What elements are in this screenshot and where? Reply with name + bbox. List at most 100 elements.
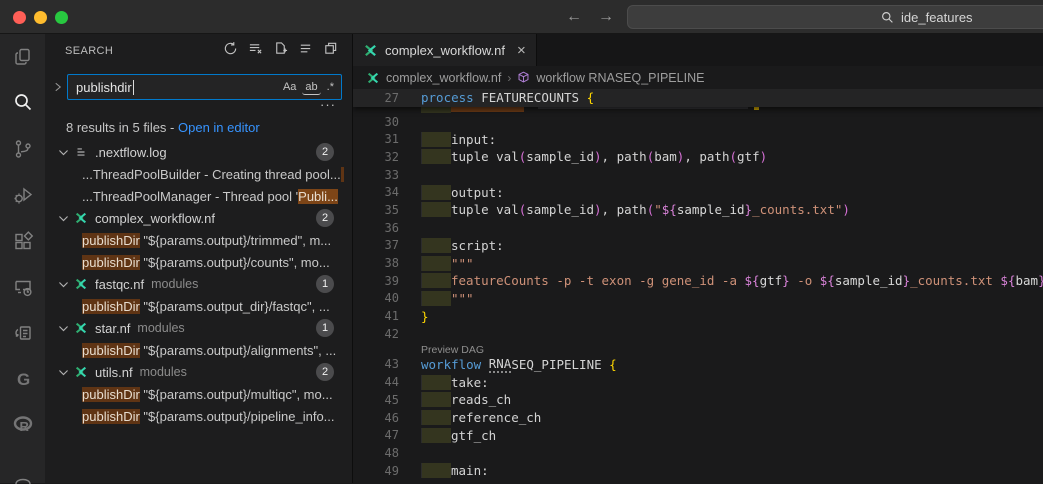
- regex-toggle[interactable]: .*: [324, 79, 337, 95]
- chevron-down-icon[interactable]: [55, 146, 71, 159]
- line-number: 45: [353, 393, 399, 407]
- match-highlight: Publi...: [298, 189, 338, 204]
- search-match-row[interactable]: publishDir "${params.output}/trimmed", m…: [45, 229, 352, 251]
- match-highlight: publishDir: [82, 299, 140, 314]
- view-as-list-icon[interactable]: [298, 41, 313, 61]
- file-history-icon[interactable]: [11, 322, 35, 344]
- chevron-down-icon[interactable]: [55, 212, 71, 225]
- code-line[interactable]: 32tuple val(sample_id), path(bam), path(…: [353, 148, 1043, 166]
- code-line[interactable]: 31input:: [353, 130, 1043, 148]
- toggle-search-details-button[interactable]: ···: [45, 100, 352, 112]
- line-number: 46: [353, 411, 399, 425]
- code-line[interactable]: 40""": [353, 290, 1043, 308]
- clear-search-results-icon[interactable]: [248, 41, 263, 61]
- source-control-icon[interactable]: [11, 138, 35, 160]
- open-in-editor-link[interactable]: Open in editor: [178, 120, 260, 135]
- codelens-preview-dag[interactable]: Preview DAG: [353, 343, 1043, 356]
- code-line[interactable]: 45reads_ch: [353, 391, 1043, 409]
- titlebar: ← → ide_features: [0, 0, 1043, 34]
- match-count-badge: 2: [316, 143, 334, 161]
- search-file-row[interactable]: fastqc.nfmodules1: [45, 273, 352, 295]
- code-token: }: [1038, 273, 1043, 288]
- file-name: utils.nf: [95, 365, 133, 380]
- chevron-down-icon[interactable]: [55, 366, 71, 379]
- code-token: gtf: [760, 273, 783, 288]
- navigate-back-icon[interactable]: ←: [566, 8, 582, 26]
- remote-explorer-icon[interactable]: [11, 276, 35, 298]
- code-line[interactable]: 38""": [353, 254, 1043, 272]
- tab-complex-workflow[interactable]: complex_workflow.nf ×: [353, 34, 537, 66]
- indent-guide-highlight: [421, 185, 451, 200]
- code-token: RNA: [489, 356, 512, 373]
- search-file-row[interactable]: .nextflow.log2: [45, 141, 352, 163]
- code-token: ${: [745, 273, 760, 288]
- search-icon[interactable]: [11, 92, 35, 114]
- code-line[interactable]: 47gtf_ch: [353, 426, 1043, 444]
- code-token: }: [745, 202, 753, 217]
- extensions-icon[interactable]: [11, 230, 35, 252]
- code-line[interactable]: 43workflow RNASEQ_PIPELINE {: [353, 356, 1043, 374]
- match-context: "${params.output_dir}/fastqc", ...: [140, 299, 330, 314]
- search-match-row[interactable]: publishDir "${params.output}/counts", mo…: [45, 251, 352, 273]
- code-line[interactable]: 41}: [353, 307, 1043, 325]
- code-line[interactable]: 39featureCounts -p -t exon -g gene_id -a…: [353, 272, 1043, 290]
- navigate-forward-icon[interactable]: →: [598, 8, 614, 26]
- partial-extension-icon[interactable]: [11, 464, 35, 484]
- code-line[interactable]: 48: [353, 444, 1043, 462]
- code-token: ): [842, 202, 850, 217]
- code-token: sample_id: [835, 273, 903, 288]
- breadcrumb-symbol[interactable]: workflow RNASEQ_PIPELINE: [536, 71, 704, 85]
- activity-bar: G R: [0, 34, 45, 483]
- search-file-row[interactable]: utils.nfmodules2: [45, 361, 352, 383]
- code-line[interactable]: 34output:: [353, 183, 1043, 201]
- code-line[interactable]: 30: [353, 113, 1043, 131]
- indent-guide-highlight: [421, 291, 451, 306]
- search-match-row[interactable]: ...ThreadPoolManager - Thread pool 'Publ…: [45, 185, 352, 207]
- maximize-window-button[interactable]: [55, 11, 68, 24]
- code-token: (: [647, 149, 655, 164]
- open-new-search-editor-icon[interactable]: [273, 41, 288, 61]
- chevron-down-icon[interactable]: [55, 278, 71, 291]
- code-token: (: [519, 202, 527, 217]
- search-input[interactable]: publishdir Aa ab .*: [67, 74, 342, 100]
- chevron-down-icon[interactable]: [55, 322, 71, 335]
- search-match-row[interactable]: publishDir "${params.output}/pipeline_in…: [45, 405, 352, 427]
- close-tab-icon[interactable]: ×: [517, 42, 526, 59]
- search-match-row[interactable]: publishDir "${params.output}/alignments"…: [45, 339, 352, 361]
- search-match-row[interactable]: publishDir "${params.output}/multiqc", m…: [45, 383, 352, 405]
- collapse-all-icon[interactable]: [323, 41, 338, 61]
- code-line[interactable]: 42: [353, 325, 1043, 343]
- code-token: , path: [602, 149, 647, 164]
- indent-guide-highlight: [421, 149, 451, 164]
- search-match-row[interactable]: publishDir "${params.output_dir}/fastqc"…: [45, 295, 352, 317]
- code-editor[interactable]: 27process FEATURECOUNTS { 3031input:32tup…: [353, 89, 1043, 483]
- code-line[interactable]: 46reference_ch: [353, 409, 1043, 427]
- editor-group: complex_workflow.nf × complex_workflow.n…: [352, 34, 1043, 483]
- run-and-debug-icon[interactable]: [11, 184, 35, 206]
- explorer-icon[interactable]: [11, 46, 35, 68]
- gitlens-icon[interactable]: G: [11, 368, 35, 390]
- close-window-button[interactable]: [13, 11, 26, 24]
- code-line[interactable]: 37script:: [353, 237, 1043, 255]
- match-case-toggle[interactable]: Aa: [280, 79, 299, 95]
- code-token: }: [421, 309, 429, 324]
- code-line[interactable]: 36: [353, 219, 1043, 237]
- whole-word-toggle[interactable]: ab: [302, 79, 320, 95]
- toggle-replace-chevron-icon[interactable]: [51, 81, 65, 93]
- r-language-icon[interactable]: R: [11, 414, 35, 436]
- search-file-row[interactable]: complex_workflow.nf2: [45, 207, 352, 229]
- code-line[interactable]: 35tuple val(sample_id), path("${sample_i…: [353, 201, 1043, 219]
- line-number: 27: [353, 91, 399, 105]
- code-line[interactable]: 33: [353, 166, 1043, 184]
- search-match-row[interactable]: ...ThreadPoolBuilder - Creating thread p…: [45, 163, 352, 185]
- minimize-window-button[interactable]: [34, 11, 47, 24]
- code-line[interactable]: 49main:: [353, 462, 1043, 480]
- command-center-search-box[interactable]: ide_features: [627, 5, 1043, 29]
- code-token: sample_id: [677, 202, 745, 217]
- search-file-row[interactable]: star.nfmodules1: [45, 317, 352, 339]
- code-line[interactable]: 44take:: [353, 373, 1043, 391]
- refresh-icon[interactable]: [223, 41, 238, 61]
- sticky-scroll-line[interactable]: 27process FEATURECOUNTS {: [353, 89, 1043, 107]
- line-number: 43: [353, 357, 399, 371]
- breadcrumb-file[interactable]: complex_workflow.nf: [386, 71, 501, 85]
